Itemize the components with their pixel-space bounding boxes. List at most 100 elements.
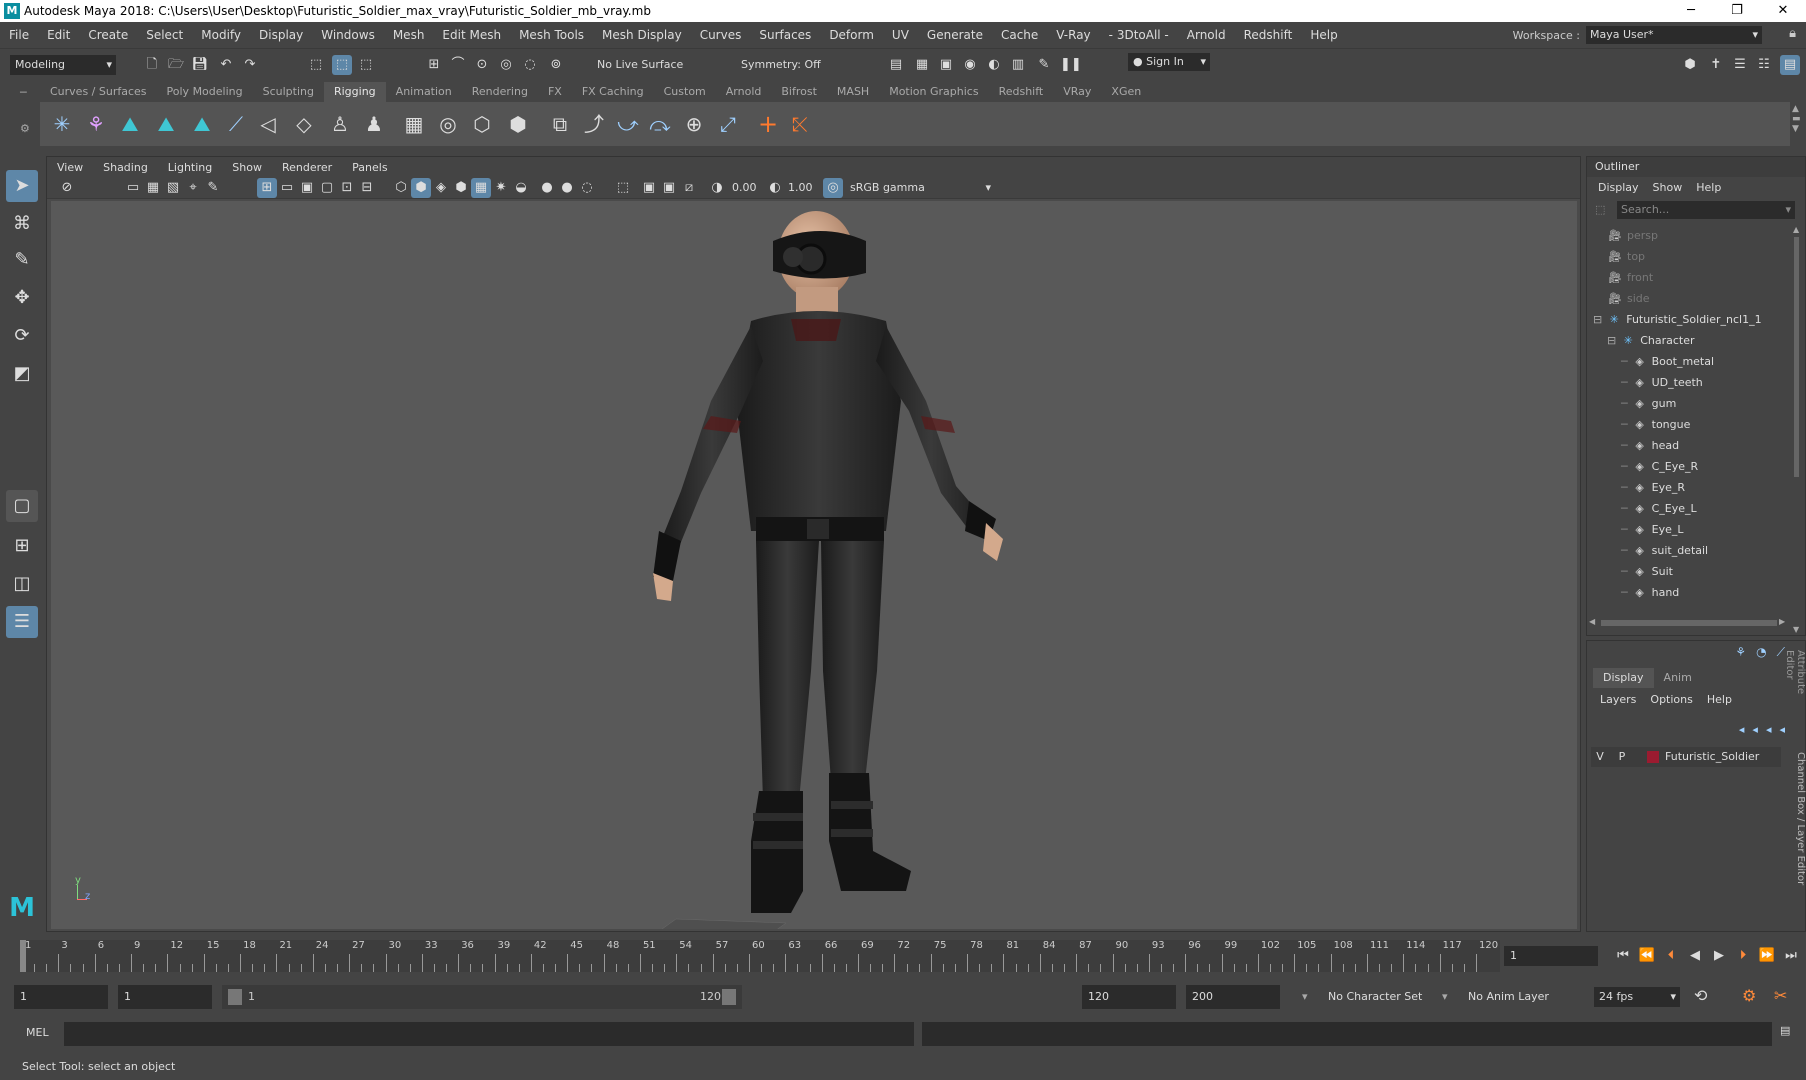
field-chart-icon[interactable]: ⊡	[337, 178, 357, 198]
safe-action-icon[interactable]: ⊟	[357, 178, 377, 198]
outliner-item[interactable]: ─ ◈ Suit	[1587, 561, 1783, 582]
layer-color-swatch[interactable]	[1647, 751, 1659, 763]
viewport-3d[interactable]: persp y z	[51, 201, 1577, 929]
tab-custom[interactable]: Custom	[654, 82, 716, 102]
select-by-component-icon[interactable]: ⬚	[356, 55, 376, 75]
vray-render-icon[interactable]: ✎	[1034, 55, 1054, 75]
outliner-item[interactable]: ─ ◈ Boot_metal	[1587, 351, 1783, 372]
ambient-occlusion-icon[interactable]: ◒	[511, 178, 531, 198]
tab-vray[interactable]: VRay	[1053, 82, 1101, 102]
scroll-left-icon[interactable]: ◀	[1589, 617, 1595, 626]
hscroll-thumb[interactable]	[1601, 620, 1777, 626]
step-forward-frame-icon[interactable]: ⏵	[1732, 945, 1754, 967]
live-surface-field[interactable]: No Live Surface	[592, 55, 702, 75]
tab-redshift[interactable]: Redshift	[989, 82, 1054, 102]
orient-joint-icon[interactable]: ◇	[290, 110, 318, 138]
snap-point-icon[interactable]: ⊙	[472, 55, 492, 75]
snap-view-icon[interactable]: ◎	[496, 55, 516, 75]
xray-joints-icon[interactable]: ▣	[659, 178, 679, 198]
end-time-field[interactable]: 120	[1082, 985, 1176, 1009]
current-frame-field[interactable]: 1	[1504, 946, 1598, 966]
step-forward-key-icon[interactable]: ⏩	[1756, 945, 1778, 967]
snap-curve-icon[interactable]: ⌒	[448, 55, 468, 75]
smooth-bind-icon[interactable]: ⛰	[188, 110, 216, 138]
menu-file[interactable]: File	[0, 28, 38, 42]
symmetry-dropdown[interactable]: Symmetry: Off	[736, 55, 846, 75]
wireframe-on-shaded-icon[interactable]: ◈	[431, 178, 451, 198]
resolution-gate-icon[interactable]: ▣	[297, 178, 317, 198]
render-view-icon[interactable]: ▥	[1008, 55, 1028, 75]
layer-menu-layers[interactable]: Layers	[1593, 693, 1643, 706]
tab-fx-caching[interactable]: FX Caching	[572, 82, 654, 102]
tab-animation[interactable]: Animation	[386, 82, 462, 102]
range-end-handle[interactable]	[722, 989, 736, 1005]
sign-in-button[interactable]: ● Sign In ▾	[1128, 53, 1210, 71]
single-view-layout-icon[interactable]: ▢	[6, 490, 38, 522]
menu-mesh[interactable]: Mesh	[384, 28, 434, 42]
modeling-toolkit-icon[interactable]: ⬢	[1680, 55, 1700, 75]
textured-icon[interactable]: ⬢	[451, 178, 471, 198]
minimize-button[interactable]: ─	[1668, 0, 1714, 22]
open-scene-icon[interactable]: 🗁	[166, 55, 186, 75]
channel-box-side-tab[interactable]: Channel Box / Layer Editor	[1790, 752, 1806, 892]
character-set-arrow-icon[interactable]: ▾	[1302, 990, 1308, 1003]
bookmark-icon[interactable]: ▦	[143, 178, 163, 198]
menu-mesh-tools[interactable]: Mesh Tools	[510, 28, 593, 42]
scroll-up-icon[interactable]: ▲	[1793, 225, 1799, 234]
save-scene-icon[interactable]: 💾︎	[190, 55, 210, 75]
attribute-editor-icon[interactable]: ☰	[1730, 55, 1750, 75]
outliner-item[interactable]: ─ ◈ Eye_R	[1587, 477, 1783, 498]
outliner-item[interactable]: ─ ◈ C_Eye_R	[1587, 456, 1783, 477]
scroll-right-icon[interactable]: ▶	[1779, 617, 1785, 626]
menu-3dtoall[interactable]: - 3DtoAll -	[1100, 28, 1178, 42]
select-by-hierarchy-icon[interactable]: ⬚	[306, 55, 326, 75]
new-layer-icon[interactable]: ◂	[1766, 723, 1772, 736]
range-start-handle[interactable]	[228, 989, 242, 1005]
shelf-menu-icon[interactable]: ─	[20, 86, 27, 99]
lasso-tool-icon[interactable]: ⌘	[6, 208, 38, 240]
current-time-indicator[interactable]	[20, 940, 26, 972]
paint-select-tool-icon[interactable]: ✎	[6, 244, 38, 276]
cluster-icon[interactable]: ▦	[400, 110, 428, 138]
gamma-field[interactable]: 1.00	[783, 178, 819, 198]
outliner-menu-display[interactable]: Display	[1591, 181, 1646, 194]
menu-create[interactable]: Create	[79, 28, 137, 42]
outliner-item[interactable]: ─ ◈ suit_detail	[1587, 540, 1783, 561]
tab-rendering[interactable]: Rendering	[462, 82, 538, 102]
search-dropdown-icon[interactable]: ▾	[1785, 201, 1791, 219]
lock-icon[interactable]: 🔒︎	[1789, 26, 1796, 41]
move-layer-up-icon[interactable]: ◂	[1739, 723, 1745, 736]
tab-fx[interactable]: FX	[538, 82, 572, 102]
scale-constraint-icon[interactable]: ⊕	[680, 110, 708, 138]
scale-tool-icon[interactable]: ◩	[6, 358, 38, 390]
loop-icon[interactable]: ⟲	[1694, 986, 1707, 1005]
lattice-icon[interactable]: ⬡	[468, 110, 496, 138]
menu-curves[interactable]: Curves	[691, 28, 751, 42]
grid-icon[interactable]: ⊞	[257, 178, 277, 198]
camera-attributes-icon[interactable]: ▭	[123, 178, 143, 198]
parent-constraint-icon[interactable]: ⤼	[646, 110, 674, 138]
menu-deform[interactable]: Deform	[820, 28, 883, 42]
timeline-ruler[interactable]: 1 3 6 9 12 15 18 21 24 27 30 33 36 39 42 45 48 51 54 57 60 63…	[20, 940, 1500, 972]
outliner-item[interactable]: 🎥︎ persp	[1587, 225, 1783, 246]
new-layer-selected-icon[interactable]: ◂	[1779, 723, 1785, 736]
xray-icon[interactable]: ▣	[639, 178, 659, 198]
outliner-item[interactable]: 🎥︎ front	[1587, 267, 1783, 288]
channel-box-icon[interactable]: ▤	[1780, 55, 1800, 75]
fps-dropdown[interactable]: 24 fps ▾	[1594, 987, 1680, 1007]
tab-xgen[interactable]: XGen	[1101, 82, 1151, 102]
layer-row[interactable]: V P Futuristic_Soldier	[1591, 747, 1781, 767]
ipr-render-icon[interactable]: ▣	[936, 55, 956, 75]
move-layer-down-icon[interactable]: ◂	[1752, 723, 1758, 736]
hypershade-icon[interactable]: ◐	[984, 55, 1004, 75]
outliner-item[interactable]: ─ ◈ gum	[1587, 393, 1783, 414]
locator-constraint-icon[interactable]: ⤪	[786, 110, 814, 138]
panel-menu-panels[interactable]: Panels	[342, 161, 397, 174]
aim-constraint-icon[interactable]: ⤴	[580, 110, 608, 138]
menu-surfaces[interactable]: Surfaces	[750, 28, 820, 42]
panel-menu-shading[interactable]: Shading	[93, 161, 158, 174]
two-d-pan-icon[interactable]: ⌖	[183, 178, 203, 198]
tab-motion-graphics[interactable]: Motion Graphics	[879, 82, 988, 102]
outliner-item[interactable]: ─◈Metal	[1587, 603, 1783, 605]
outliner-item[interactable]: ─ ◈ UD_teeth	[1587, 372, 1783, 393]
